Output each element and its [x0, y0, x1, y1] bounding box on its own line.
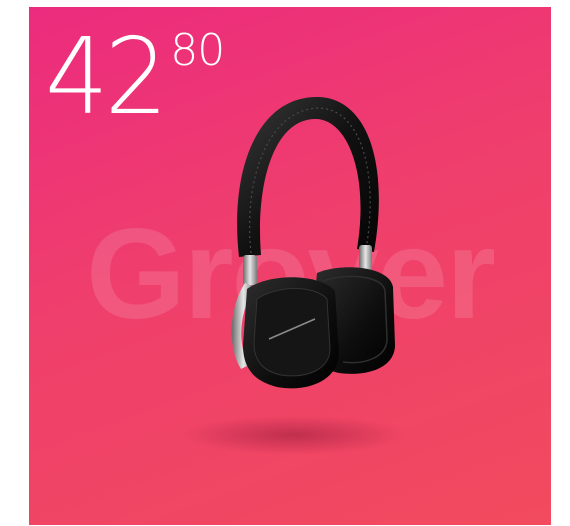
price-tag: 42 80 — [45, 24, 225, 129]
headphones-icon — [231, 96, 395, 389]
product-shadow — [179, 415, 409, 455]
price-cents: 80 — [170, 25, 225, 76]
product-card[interactable]: Grover 42 80 — [29, 7, 551, 525]
price-main: 42 — [45, 15, 168, 139]
